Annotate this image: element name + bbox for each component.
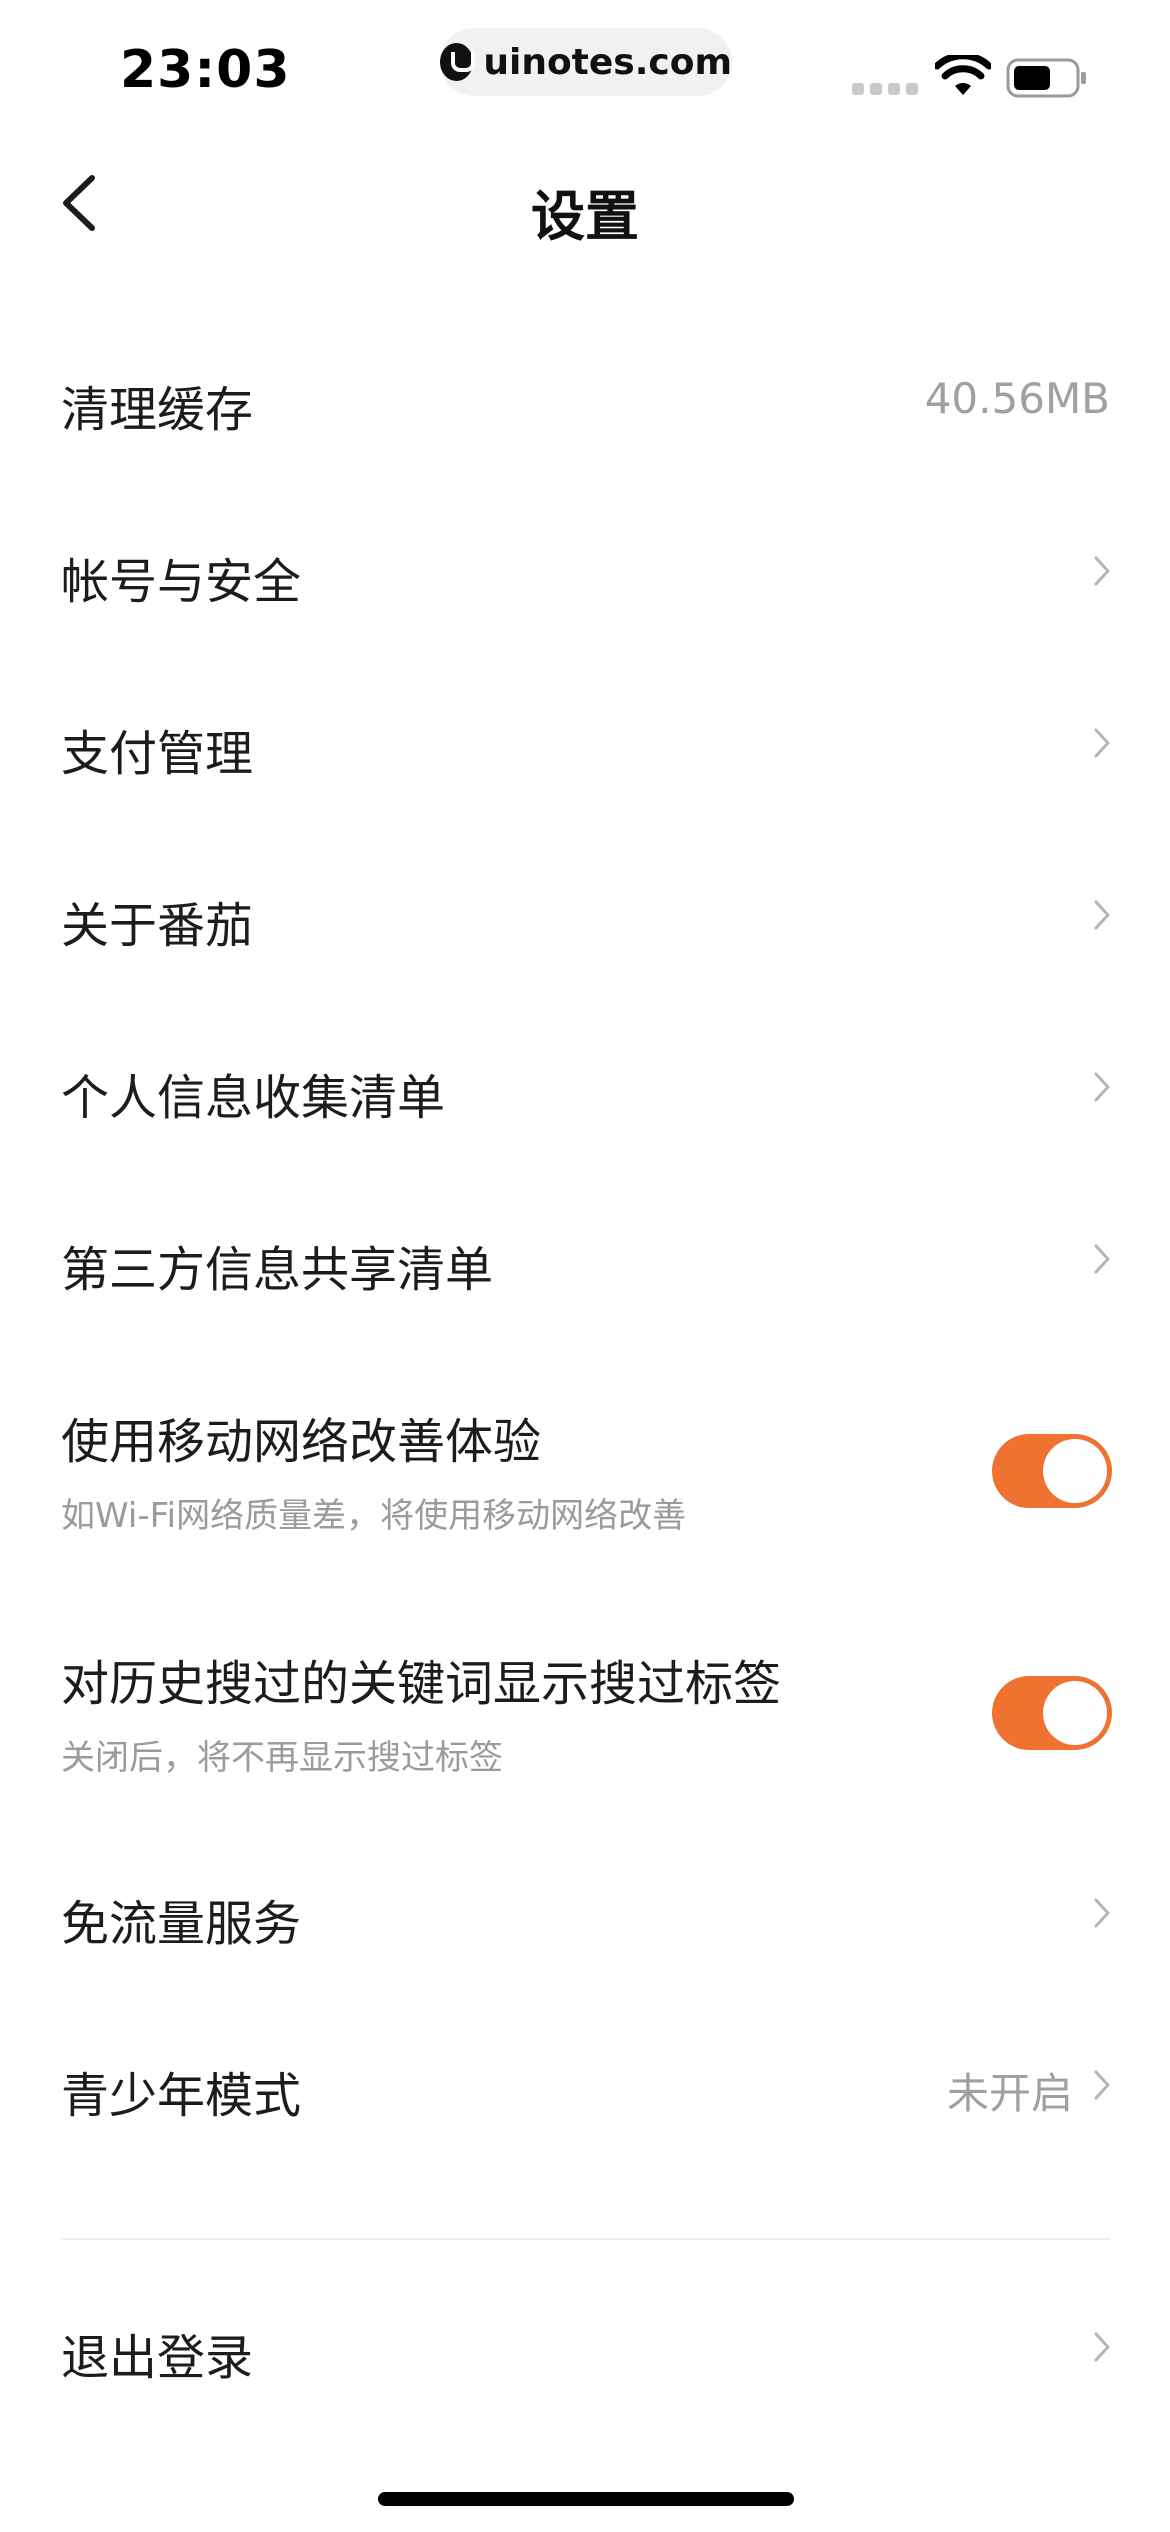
chevron-right-icon bbox=[1094, 900, 1110, 930]
chevron-right-icon bbox=[1094, 728, 1110, 758]
chevron-right-icon bbox=[1094, 1244, 1110, 1274]
chevron-right-icon bbox=[1094, 2070, 1110, 2100]
cache-size-value: 40.56MB bbox=[924, 374, 1110, 423]
logout-label: 退出登录 bbox=[61, 2330, 254, 2386]
logout-row[interactable]: 退出登录 bbox=[0, 2288, 1170, 2408]
chevron-right-icon bbox=[1094, 556, 1110, 586]
search-tags-row: 对历史搜过的关键词显示搜过标签 关闭后，将不再显示搜过标签 bbox=[0, 1632, 1170, 1792]
chevron-right-icon bbox=[1094, 1072, 1110, 1102]
search-tags-subtitle: 关闭后，将不再显示搜过标签 bbox=[61, 1738, 503, 1778]
about-row[interactable]: 关于番茄 bbox=[0, 856, 1170, 976]
mobile-network-subtitle: 如Wi-Fi网络质量差，将使用移动网络改善 bbox=[61, 1496, 687, 1536]
clear-cache-row[interactable]: 清理缓存 40.56MB bbox=[0, 340, 1170, 460]
home-indicator[interactable] bbox=[378, 2492, 794, 2506]
uinotes-logo-icon bbox=[440, 43, 476, 81]
payment-label: 支付管理 bbox=[61, 726, 254, 782]
free-data-label: 免流量服务 bbox=[61, 1896, 302, 1952]
search-tags-toggle[interactable] bbox=[992, 1676, 1112, 1750]
payment-row[interactable]: 支付管理 bbox=[0, 684, 1170, 804]
personal-info-list-label: 个人信息收集清单 bbox=[61, 1070, 446, 1126]
section-divider bbox=[61, 2238, 1110, 2240]
search-tags-label: 对历史搜过的关键词显示搜过标签 bbox=[61, 1656, 782, 1712]
third-party-list-row[interactable]: 第三方信息共享清单 bbox=[0, 1200, 1170, 1320]
status-time: 23:03 bbox=[120, 40, 291, 100]
chevron-right-icon bbox=[1094, 1898, 1110, 1928]
chevron-right-icon bbox=[1094, 2332, 1110, 2362]
account-security-row[interactable]: 帐号与安全 bbox=[0, 512, 1170, 632]
about-label: 关于番茄 bbox=[61, 898, 254, 954]
watermark-badge: uinotes.com bbox=[440, 28, 732, 96]
wifi-icon bbox=[935, 55, 991, 95]
teen-mode-status: 未开启 bbox=[946, 2069, 1073, 2118]
toggle-knob bbox=[1043, 1439, 1107, 1503]
signal-icon bbox=[852, 83, 918, 95]
mobile-network-label: 使用移动网络改善体验 bbox=[61, 1414, 542, 1470]
status-bar: 23:03 uinotes.com bbox=[0, 0, 1170, 150]
mobile-network-toggle[interactable] bbox=[992, 1434, 1112, 1508]
third-party-list-label: 第三方信息共享清单 bbox=[61, 1242, 494, 1298]
toggle-knob bbox=[1043, 1681, 1107, 1745]
page-title: 设置 bbox=[531, 185, 639, 248]
mobile-network-row: 使用移动网络改善体验 如Wi-Fi网络质量差，将使用移动网络改善 bbox=[0, 1390, 1170, 1550]
battery-icon bbox=[1006, 58, 1086, 98]
teen-mode-row[interactable]: 青少年模式 未开启 bbox=[0, 2026, 1170, 2146]
teen-mode-label: 青少年模式 bbox=[61, 2068, 302, 2124]
free-data-row[interactable]: 免流量服务 bbox=[0, 1854, 1170, 1974]
watermark-text: uinotes.com bbox=[483, 41, 732, 83]
clear-cache-label: 清理缓存 bbox=[61, 382, 254, 438]
personal-info-list-row[interactable]: 个人信息收集清单 bbox=[0, 1028, 1170, 1148]
account-security-label: 帐号与安全 bbox=[61, 554, 302, 610]
